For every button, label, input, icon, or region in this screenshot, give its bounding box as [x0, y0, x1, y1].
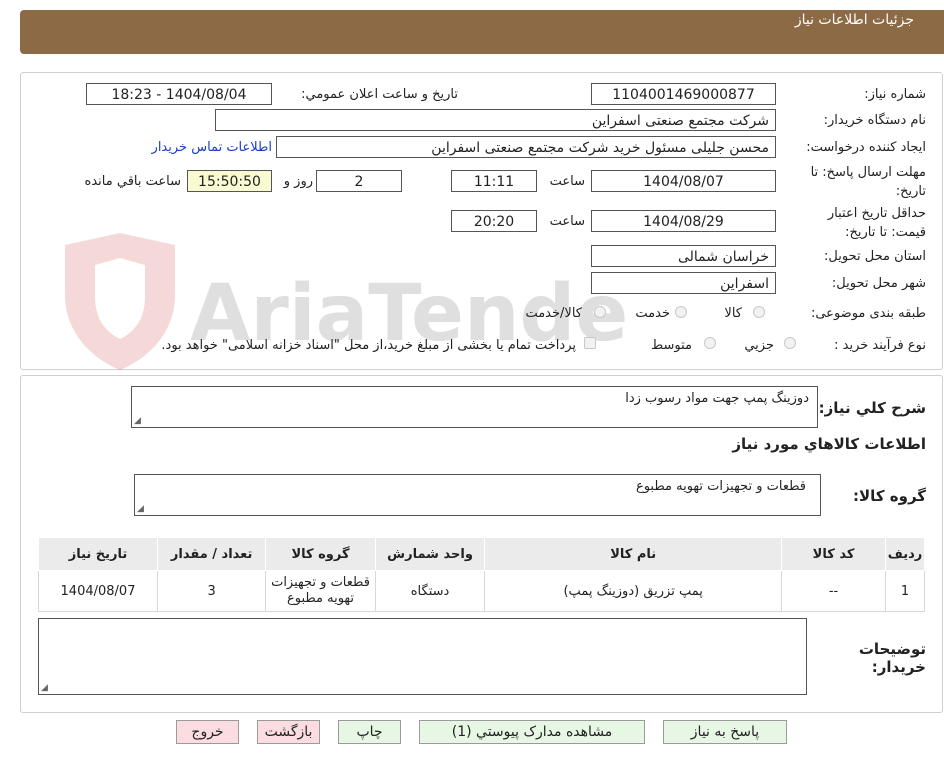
buyer-notes-label: توضیحات: [858, 640, 926, 658]
remaining-time-field: 15:50:50: [187, 170, 272, 192]
view-attachments-button[interactable]: مشاهده مدارک پیوستي (1): [419, 720, 645, 744]
buyer-org-label: نام دستگاه خریدار:: [823, 113, 926, 128]
resize-grip-icon[interactable]: ◢: [134, 416, 141, 426]
summary-text: دوزینگ پمپ جهت مواد رسوب زدا: [625, 391, 809, 406]
col-header-unit: واحد شمارش: [374, 537, 486, 571]
resize-grip-icon[interactable]: ◢: [137, 504, 144, 514]
creator-field: محسن جلیلی مسئول خرید شرکت مجتمع صنعتی ا…: [276, 136, 776, 158]
deadline-label-2: تاریخ:: [895, 184, 926, 199]
col-header-need-date: تاریخ نیاز: [37, 537, 159, 571]
goods-group-textarea[interactable]: قطعات و تجهیزات تهویه مطبوع ◢: [134, 474, 821, 516]
cell-name: پمپ تزریق (دوزینگ پمپ): [484, 570, 783, 612]
treasury-payment-checkbox[interactable]: [584, 337, 596, 349]
col-header-code: کد کالا: [781, 537, 887, 571]
summary-label: شرح کلي نیاز:: [818, 399, 926, 417]
deadline-time-field: 11:11: [451, 170, 537, 192]
days-label: روز و: [283, 174, 313, 189]
category-option-goods: کالا: [724, 306, 742, 321]
deadline-date-field: 1404/08/07: [591, 170, 776, 192]
reply-button[interactable]: پاسخ به نیاز: [663, 720, 787, 744]
process-option-minor: جزیي: [744, 338, 774, 353]
category-option-goods-service: کالا/خدمت: [525, 306, 582, 321]
validity-label: حداقل تاریخ اعتبار: [827, 206, 926, 221]
table-row: 1 -- پمپ تزریق (دوزینگ پمپ) دستگاه قطعات…: [37, 570, 925, 612]
col-header-quantity: تعداد / مقدار: [157, 537, 267, 571]
cell-code: --: [781, 570, 887, 612]
process-label: نوع فرآیند خرید :: [834, 338, 926, 353]
category-radio-goods[interactable]: [753, 306, 765, 318]
treasury-payment-note: پرداخت تمام یا بخشی از مبلغ خرید،از محل …: [161, 338, 576, 353]
buyer-notes-label-2: خریدار:: [871, 658, 926, 676]
city-field: اسفراین: [591, 272, 776, 294]
cell-quantity: 3: [157, 570, 267, 612]
cell-need-date: 1404/08/07: [37, 570, 159, 612]
province-label: استان محل تحویل:: [824, 249, 926, 264]
province-field: خراسان شمالی: [591, 245, 776, 267]
category-radio-goods-service[interactable]: [594, 306, 606, 318]
col-header-row-number: ردیف: [885, 537, 925, 571]
goods-info-title: اطلاعات کالاهاي مورد نیاز: [732, 435, 926, 453]
page-title: جزئیات اطلاعات نیاز: [794, 12, 914, 28]
resize-grip-icon[interactable]: ◢: [41, 683, 48, 693]
category-radio-service[interactable]: [675, 306, 687, 318]
days-field: 2: [316, 170, 402, 192]
validity-time-field: 20:20: [451, 210, 537, 232]
goods-table: ردیف کد کالا نام کالا واحد شمارش گروه کا…: [37, 537, 925, 612]
deadline-time-label: ساعت: [549, 174, 585, 189]
remaining-time-label: ساعت باقي مانده: [84, 174, 181, 189]
back-button[interactable]: بازگشت: [257, 720, 320, 744]
category-label: طبقه بندی موضوعی:: [810, 306, 926, 321]
need-number-label: شماره نیاز:: [864, 87, 926, 102]
col-header-group: گروه کالا: [265, 537, 376, 571]
need-number-field: 1104001469000877: [591, 83, 776, 105]
validity-date-field: 1404/08/29: [591, 210, 776, 232]
col-header-name: نام کالا: [484, 537, 783, 571]
buyer-contact-link[interactable]: اطلاعات تماس خریدار: [152, 140, 272, 155]
cell-group: قطعات و تجهیزات تهویه مطبوع: [265, 570, 376, 612]
table-header-row: ردیف کد کالا نام کالا واحد شمارش گروه کا…: [37, 537, 925, 571]
process-radio-medium[interactable]: [704, 337, 716, 349]
category-option-service: خدمت: [635, 306, 670, 321]
validity-label-2: قیمت: تا تاریخ:: [845, 225, 926, 240]
exit-button[interactable]: خروج: [176, 720, 239, 744]
process-option-medium: متوسط: [651, 338, 692, 353]
announce-label: تاریخ و ساعت اعلان عمومي:: [301, 87, 458, 102]
announce-field: 1404/08/04 - 18:23: [86, 83, 272, 105]
goods-group-text: قطعات و تجهیزات تهویه مطبوع: [635, 479, 806, 494]
goods-group-label: گروه کالا:: [853, 487, 926, 505]
cell-row-number: 1: [885, 570, 925, 612]
buyer-notes-textarea[interactable]: ◢: [38, 618, 807, 695]
process-radio-minor[interactable]: [784, 337, 796, 349]
buyer-org-field: شرکت مجتمع صنعتی اسفراین: [215, 109, 776, 131]
deadline-label: مهلت ارسال پاسخ: تا: [810, 165, 926, 180]
city-label: شهر محل تحویل:: [831, 276, 926, 291]
summary-textarea[interactable]: دوزینگ پمپ جهت مواد رسوب زدا ◢: [131, 386, 818, 428]
creator-label: ایجاد کننده درخواست:: [806, 140, 926, 155]
print-button[interactable]: چاپ: [338, 720, 401, 744]
cell-unit: دستگاه: [374, 570, 486, 612]
validity-time-label: ساعت: [549, 214, 585, 229]
